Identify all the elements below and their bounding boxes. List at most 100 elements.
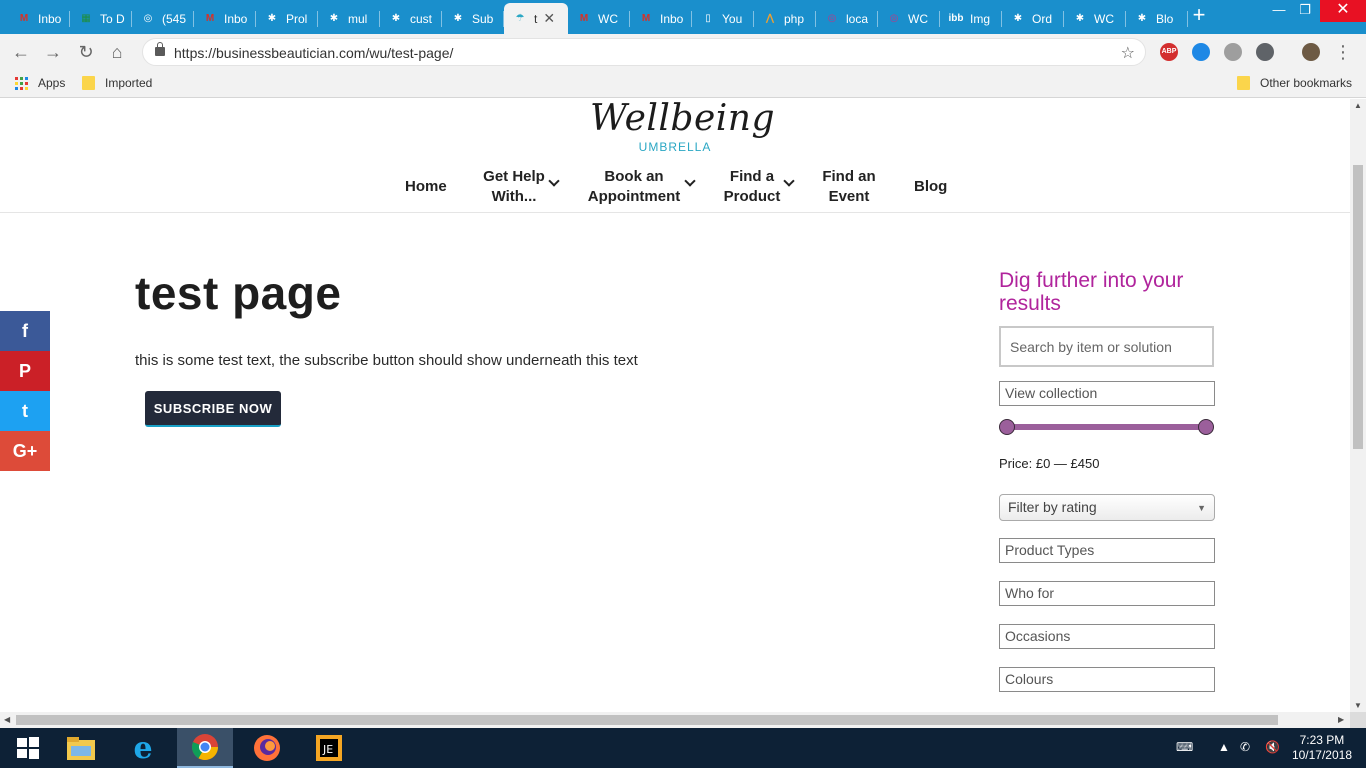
tab-title: Inbo — [38, 11, 62, 26]
tab-title: Prol — [286, 11, 308, 26]
scroll-left-icon[interactable]: ◀ — [4, 715, 10, 724]
file-explorer-icon[interactable] — [53, 728, 109, 768]
chevron-down-icon[interactable] — [684, 175, 696, 187]
reload-button[interactable]: ↻ — [75, 41, 97, 63]
bookmark-imported[interactable]: Imported — [82, 76, 152, 90]
volume-icon[interactable]: 🔇 — [1265, 740, 1280, 754]
camera-extension-icon[interactable] — [1192, 43, 1210, 61]
gmail-icon: M — [579, 13, 589, 24]
url-text[interactable]: https://businessbeautician.com/wu/test-p… — [174, 45, 453, 61]
chrome-icon[interactable] — [177, 728, 233, 768]
price-slider-max-handle[interactable] — [1198, 419, 1214, 435]
share-twitter[interactable]: t — [0, 391, 50, 431]
horizontal-scroll-thumb[interactable] — [16, 715, 1278, 725]
nav-blog[interactable]: Blog — [914, 177, 947, 197]
internet-explorer-icon[interactable]: e — [115, 728, 171, 768]
forward-button[interactable]: → — [42, 41, 64, 63]
nav-label: Find a Product — [723, 168, 781, 205]
browser-tab[interactable]: ✱ Prol — [256, 3, 318, 34]
browser-tab[interactable]: ▯ You — [692, 3, 754, 34]
browser-tab[interactable]: ✱ Ord — [1002, 3, 1064, 34]
share-pinterest[interactable]: P — [0, 351, 50, 391]
subscribe-button[interactable]: SUBSCRIBE NOW — [145, 391, 281, 427]
filter-who-for[interactable]: Who for — [999, 581, 1215, 606]
logo-subtitle: UMBRELLA — [638, 140, 712, 154]
new-tab-button[interactable]: + — [1188, 4, 1210, 27]
browser-tab[interactable]: ibb Img — [940, 3, 1002, 34]
bookmark-apps[interactable]: Apps — [15, 76, 65, 90]
adblock-plus-icon[interactable]: ABP — [1160, 43, 1178, 61]
scroll-down-icon[interactable]: ▼ — [1354, 701, 1362, 710]
back-button[interactable]: ← — [10, 41, 32, 63]
vertical-scrollbar[interactable]: ▲ ▼ — [1350, 99, 1366, 712]
chevron-down-icon[interactable] — [783, 175, 795, 187]
filter-colours[interactable]: Colours — [999, 667, 1215, 692]
jetbrains-icon[interactable]: JE — [301, 728, 357, 768]
scroll-right-icon[interactable]: ▶ — [1338, 715, 1344, 724]
search-input[interactable]: Search by item or solution — [999, 326, 1214, 367]
folder-icon — [1237, 76, 1250, 90]
browser-tab[interactable]: ✱ WC — [1064, 3, 1126, 34]
tab-title: cust — [410, 11, 433, 26]
chevron-down-icon[interactable] — [548, 175, 560, 187]
horizontal-scrollbar[interactable]: ◀ ▶ — [0, 712, 1350, 728]
grey-circle-icon[interactable] — [1224, 43, 1242, 61]
restore-button[interactable]: ❐ — [1290, 0, 1320, 22]
page-body-text: this is some test text, the subscribe bu… — [135, 352, 638, 369]
browser-tab[interactable]: ◎ (545 — [132, 3, 194, 34]
price-slider-track[interactable] — [1006, 424, 1206, 430]
browser-tab[interactable]: ✱ Sub — [442, 3, 504, 34]
browser-tab[interactable]: M Inbo — [630, 3, 692, 34]
network-icon[interactable]: ✆ — [1240, 740, 1250, 754]
close-tab-icon[interactable]: ✕ — [543, 10, 555, 27]
browser-tab[interactable]: ✱ Blo — [1126, 3, 1188, 34]
browser-tab[interactable]: ✱ cust — [380, 3, 442, 34]
tab-title: You — [722, 11, 743, 26]
nav-find-event[interactable]: Find an Event — [820, 167, 878, 207]
scroll-up-icon[interactable]: ▲ — [1354, 101, 1362, 110]
view-collection-field[interactable]: View collection — [999, 381, 1215, 406]
price-slider-min-handle[interactable] — [999, 419, 1015, 435]
chrome-menu-icon[interactable]: ⋮ — [1332, 41, 1354, 63]
address-bar[interactable]: https://businessbeautician.com/wu/test-p… — [142, 38, 1146, 66]
other-bookmarks[interactable]: Other bookmarks — [1237, 76, 1352, 90]
bookmark-star-icon[interactable]: ☆ — [1121, 43, 1135, 63]
bookmarks-bar: Apps Imported Other bookmarks — [0, 70, 1366, 98]
system-clock[interactable]: 7:23 PM 10/17/2018 — [1292, 733, 1352, 763]
share-google-plus[interactable]: G+ — [0, 431, 50, 471]
bookmark-label: Apps — [38, 76, 66, 90]
tab-title: Inbo — [224, 11, 248, 26]
pinterest-icon: P — [18, 361, 31, 381]
windows-taskbar: e JE ⌨ ▲ ✆ 🔇 7:23 PM 10/17/2018 — [0, 728, 1366, 768]
wordpress-icon: ✱ — [1075, 13, 1085, 24]
twitter-icon: t — [22, 401, 28, 421]
browser-tab[interactable]: ◎ loca — [816, 3, 878, 34]
browser-tab[interactable]: ✱ mul — [318, 3, 380, 34]
keyboard-icon[interactable]: ⌨ — [1176, 740, 1193, 754]
nav-find-product[interactable]: Find a Product — [722, 167, 782, 207]
vertical-scroll-thumb[interactable] — [1353, 165, 1363, 449]
filter-product-types[interactable]: Product Types — [999, 538, 1215, 563]
nav-home[interactable]: Home — [405, 177, 447, 197]
start-button[interactable] — [0, 728, 56, 768]
show-hidden-icons-button[interactable]: ▲ — [1218, 740, 1230, 754]
shield-extension-icon[interactable] — [1256, 43, 1274, 61]
site-logo[interactable]: Wellbeing UMBRELLA — [590, 99, 775, 159]
close-window-button[interactable]: ✕ — [1320, 0, 1366, 22]
browser-tab[interactable]: ⋀ php — [754, 3, 816, 34]
nav-get-help[interactable]: Get Help With... — [481, 167, 547, 207]
rating-filter-select[interactable]: Filter by rating ▼ — [999, 494, 1215, 521]
browser-tab[interactable]: ◎ WC — [878, 3, 940, 34]
browser-tab[interactable]: M Inbo — [194, 3, 256, 34]
share-facebook[interactable]: f — [0, 311, 50, 351]
browser-tab[interactable]: ☂ t ✕ — [504, 3, 568, 34]
browser-tab[interactable]: ▦ To D — [70, 3, 132, 34]
apps-icon — [15, 76, 28, 90]
browser-tab[interactable]: M WC — [568, 3, 630, 34]
profile-avatar[interactable] — [1302, 43, 1320, 61]
firefox-icon[interactable] — [239, 728, 295, 768]
browser-tab[interactable]: M Inbo — [8, 3, 70, 34]
nav-book-appointment[interactable]: Book an Appointment — [584, 167, 684, 207]
filter-occasions[interactable]: Occasions — [999, 624, 1215, 649]
home-button[interactable]: ⌂ — [106, 41, 128, 63]
